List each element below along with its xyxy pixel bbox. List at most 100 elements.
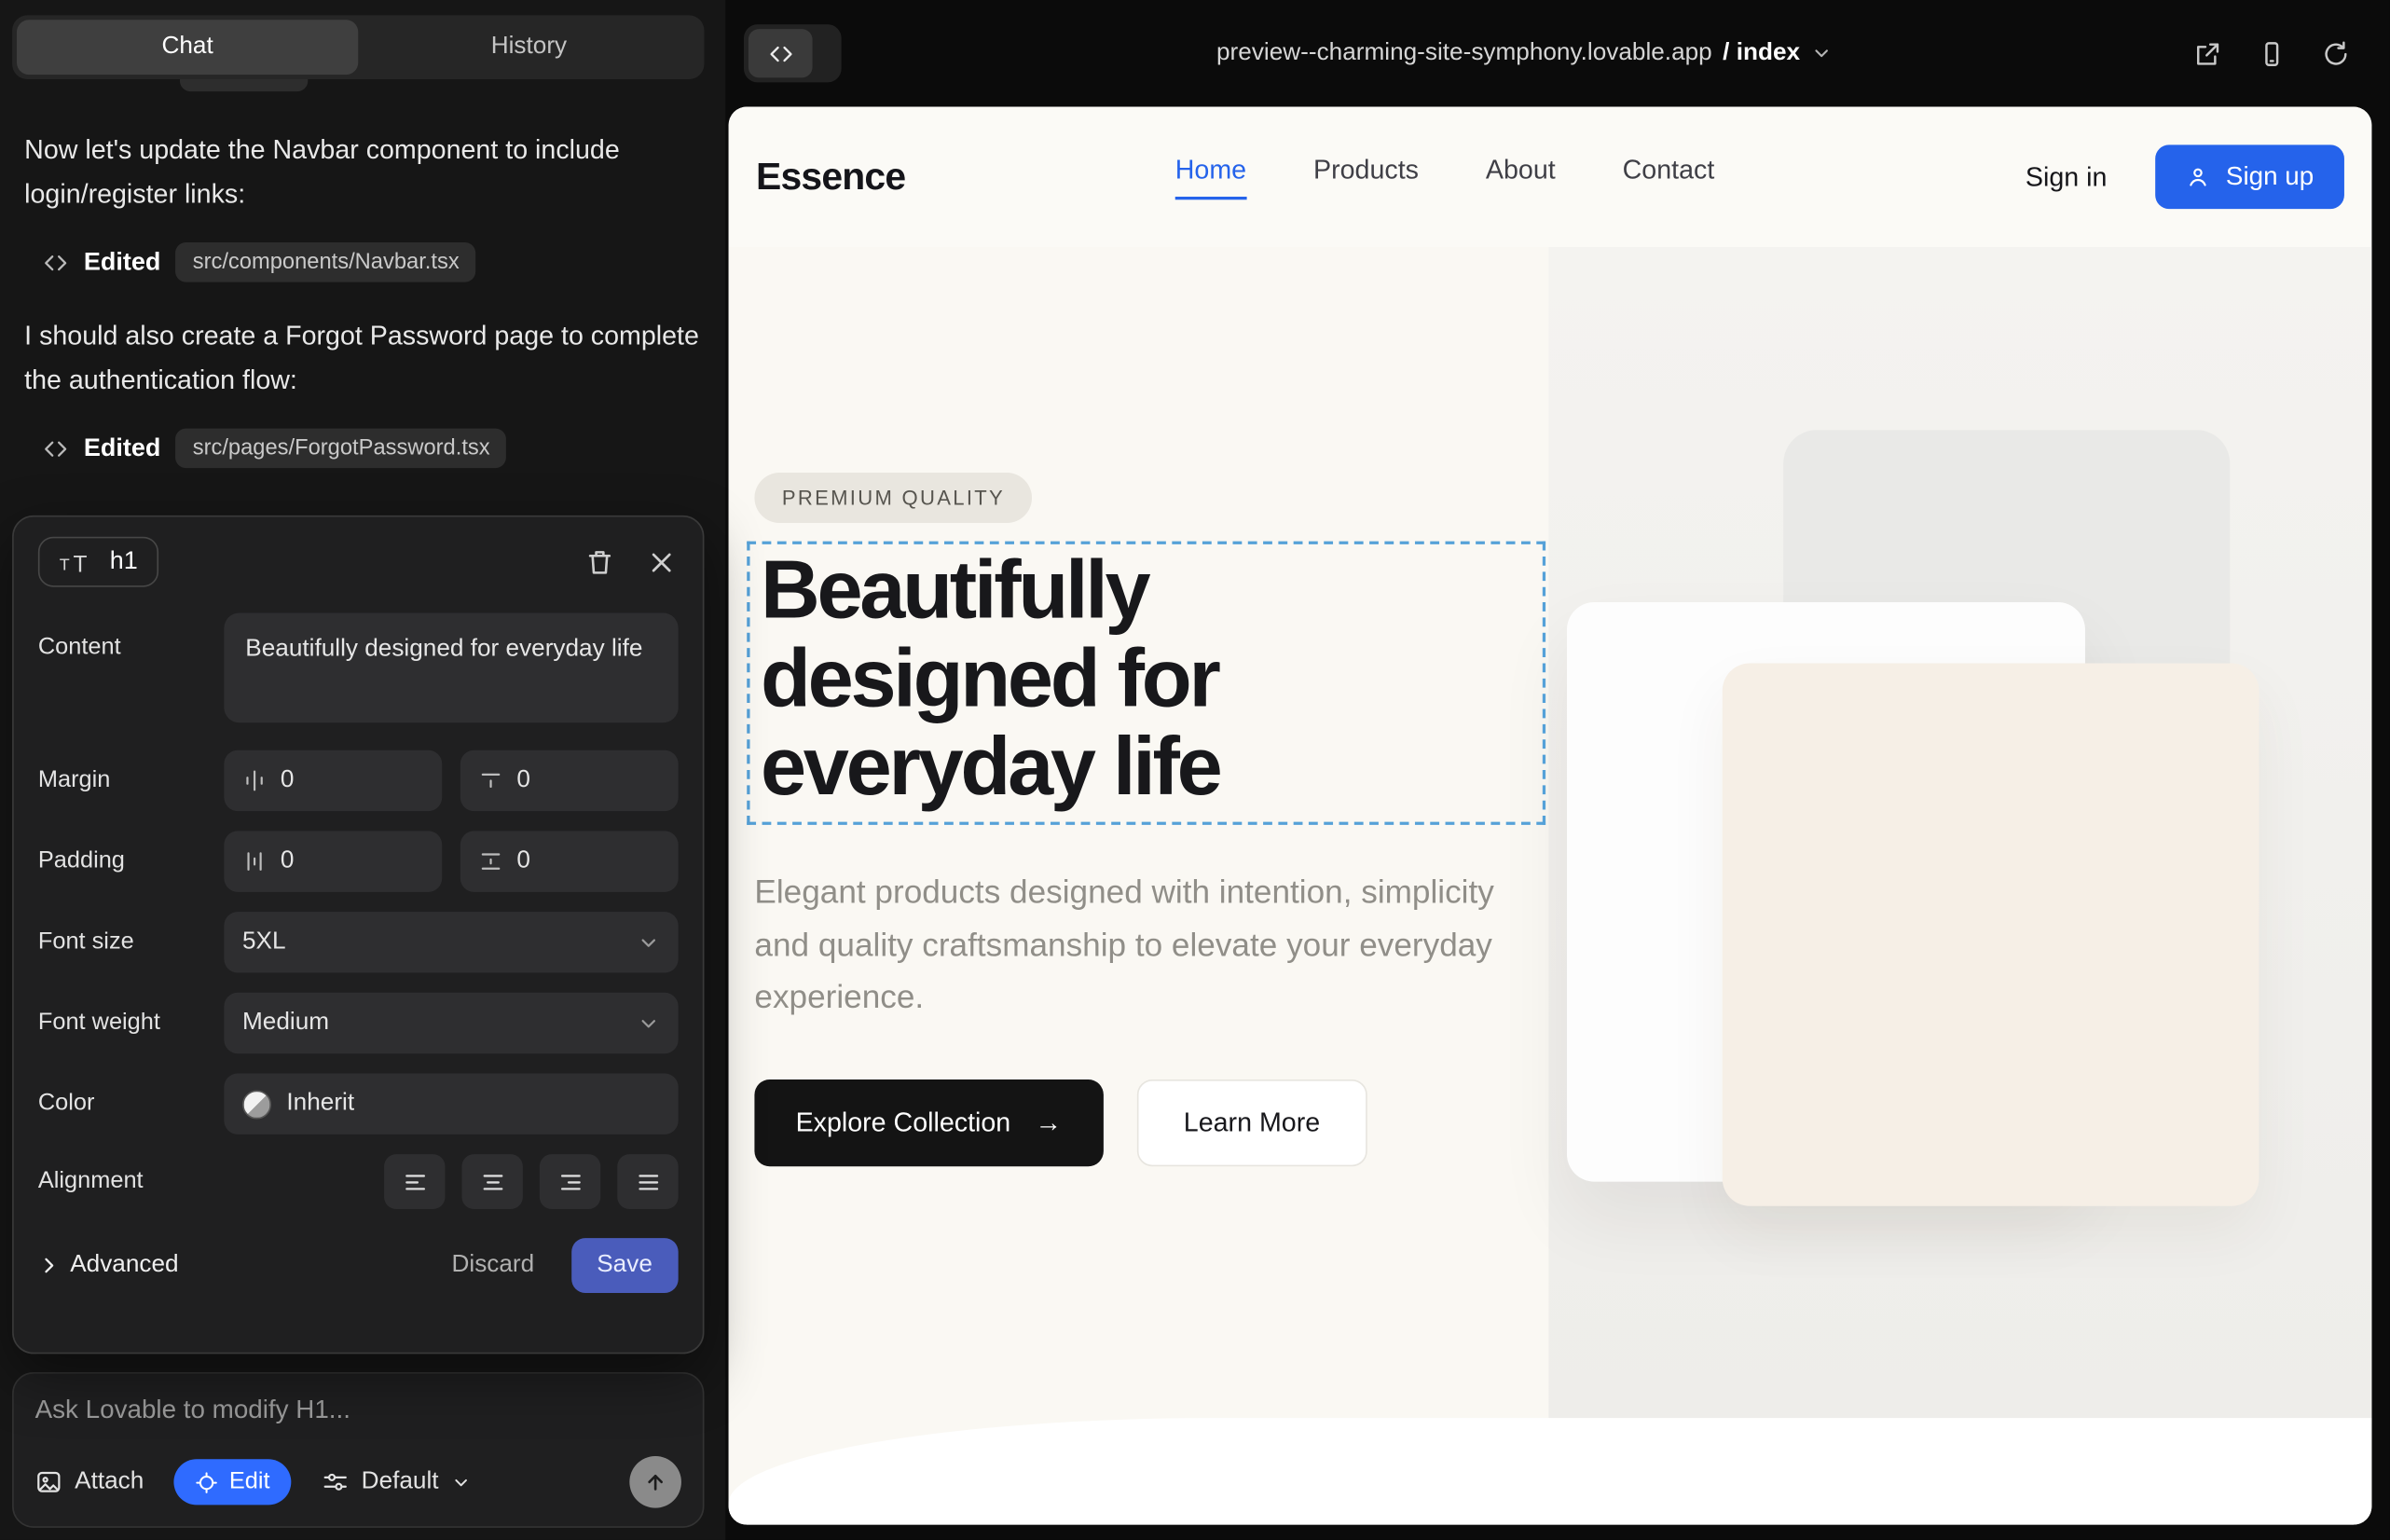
margin-x-field xyxy=(224,750,442,811)
chevron-down-icon xyxy=(451,1472,471,1492)
tab-history[interactable]: History xyxy=(358,20,699,75)
image-icon xyxy=(35,1468,62,1495)
code-icon xyxy=(43,435,69,461)
preview-path: / index xyxy=(1723,40,1800,67)
decorative-beige-card xyxy=(1723,663,2260,1205)
padding-x-field xyxy=(224,831,442,891)
align-center-button[interactable] xyxy=(461,1154,522,1209)
margin-y-input[interactable] xyxy=(516,767,660,794)
nav-link-home[interactable]: Home xyxy=(1175,154,1246,199)
svg-text:T: T xyxy=(73,552,87,576)
margin-label: Margin xyxy=(38,767,224,794)
chat-composer: Attach Edit Default xyxy=(12,1372,704,1528)
selected-h1-element[interactable]: Beautifully designed for everyday life xyxy=(747,542,1545,825)
hero-bottom-curve xyxy=(729,1418,2372,1524)
quality-badge: PREMIUM QUALITY xyxy=(754,473,1032,523)
hero-headline: Beautifully designed for everyday life xyxy=(750,544,1345,811)
preview-topbar: preview--charming-site-symphony.lovable.… xyxy=(725,0,2390,106)
margin-y-icon xyxy=(478,768,502,792)
margin-x-icon xyxy=(242,768,267,792)
code-view-button[interactable] xyxy=(749,29,813,77)
open-external-icon[interactable] xyxy=(2193,39,2222,68)
color-row: Color Inherit xyxy=(38,1073,679,1134)
explore-collection-button[interactable]: Explore Collection → xyxy=(754,1079,1103,1166)
sign-in-link[interactable]: Sign in xyxy=(2026,161,2108,193)
code-icon xyxy=(767,40,793,66)
refresh-icon[interactable] xyxy=(2321,39,2350,68)
margin-y-field xyxy=(460,750,679,811)
attach-button[interactable]: Attach xyxy=(35,1468,144,1495)
code-view-toggle-group xyxy=(744,24,842,82)
site-nav-actions: Sign in Sign up xyxy=(2026,144,2344,209)
send-button[interactable] xyxy=(629,1456,681,1508)
close-icon[interactable] xyxy=(645,545,679,579)
element-inspector-panel: TT h1 Content Beautifully designed for e xyxy=(12,516,704,1354)
composer-input[interactable] xyxy=(35,1396,681,1426)
preview-domain: preview--charming-site-symphony.lovable.… xyxy=(1216,40,1712,67)
margin-x-input[interactable] xyxy=(281,767,424,794)
nav-link-about[interactable]: About xyxy=(1486,154,1556,199)
composer-toolbar: Attach Edit Default xyxy=(35,1456,681,1508)
chevron-right-icon xyxy=(38,1255,60,1276)
sign-up-button[interactable]: Sign up xyxy=(2156,144,2344,209)
padding-label: Padding xyxy=(38,847,224,874)
element-tag-label: h1 xyxy=(110,547,138,576)
model-selector[interactable]: Default xyxy=(322,1468,471,1495)
device-preview-icon[interactable] xyxy=(2258,39,2287,68)
edited-file-badge[interactable]: src/pages/ForgotPassword.tsx xyxy=(176,429,507,469)
assistant-message: Now let's update the Navbar component to… xyxy=(24,128,701,216)
advanced-toggle[interactable]: Advanced xyxy=(38,1252,179,1279)
topbar-actions xyxy=(2193,39,2350,68)
tab-chat[interactable]: Chat xyxy=(17,20,358,75)
model-label: Default xyxy=(362,1468,439,1495)
padding-y-icon xyxy=(478,849,502,873)
address-bar[interactable]: preview--charming-site-symphony.lovable.… xyxy=(1216,40,1832,67)
learn-more-label: Learn More xyxy=(1184,1107,1320,1138)
content-label: Content xyxy=(38,613,224,662)
edit-mode-button[interactable]: Edit xyxy=(174,1459,291,1505)
typography-icon: TT xyxy=(60,548,96,575)
color-label: Color xyxy=(38,1090,224,1117)
chevron-down-icon xyxy=(1811,43,1833,64)
site-logo[interactable]: Essence xyxy=(756,155,905,199)
font-weight-label: Font weight xyxy=(38,1010,224,1037)
content-input[interactable]: Beautifully designed for everyday life xyxy=(224,613,678,723)
advanced-label: Advanced xyxy=(70,1252,178,1279)
discard-button[interactable]: Discard xyxy=(452,1252,535,1279)
hero-description: Elegant products designed with intention… xyxy=(754,866,1504,1024)
padding-x-icon xyxy=(242,849,267,873)
learn-more-button[interactable]: Learn More xyxy=(1136,1079,1367,1166)
font-weight-row: Font weight Medium xyxy=(38,993,679,1053)
padding-y-field xyxy=(460,831,679,891)
arrow-up-icon xyxy=(643,1470,667,1494)
arrow-right-icon: → xyxy=(1035,1107,1062,1138)
edited-file-badge[interactable]: src/components/Navbar.tsx xyxy=(176,242,476,282)
color-select[interactable]: Inherit xyxy=(224,1073,678,1134)
save-button[interactable]: Save xyxy=(570,1238,678,1293)
app-window: Chat History Now let's update the Navbar… xyxy=(0,0,2390,1540)
attach-label: Attach xyxy=(75,1468,144,1495)
edited-label: Edited xyxy=(84,433,160,462)
preview-pane: preview--charming-site-symphony.lovable.… xyxy=(725,0,2390,1540)
align-left-button[interactable] xyxy=(384,1154,445,1209)
margin-row: Margin xyxy=(38,750,679,811)
assistant-message: I should also create a Forgot Password p… xyxy=(24,314,701,403)
padding-x-input[interactable] xyxy=(281,847,424,874)
align-right-button[interactable] xyxy=(540,1154,600,1209)
chat-log: Now let's update the Navbar component to… xyxy=(24,128,701,500)
edited-file-row: Edited src/pages/ForgotPassword.tsx xyxy=(43,429,701,469)
padding-y-input[interactable] xyxy=(516,847,660,874)
code-icon xyxy=(43,249,69,275)
user-icon xyxy=(2186,165,2210,189)
font-weight-select[interactable]: Medium xyxy=(224,993,678,1053)
color-value: Inherit xyxy=(286,1090,354,1117)
font-size-value: 5XL xyxy=(242,928,286,956)
sliders-icon xyxy=(322,1468,349,1495)
element-tag-pill[interactable]: TT h1 xyxy=(38,537,159,587)
align-justify-button[interactable] xyxy=(617,1154,678,1209)
delete-element-icon[interactable] xyxy=(583,544,618,580)
inspector-header: TT h1 xyxy=(38,537,679,587)
font-size-select[interactable]: 5XL xyxy=(224,912,678,972)
nav-link-contact[interactable]: Contact xyxy=(1623,154,1715,199)
nav-link-products[interactable]: Products xyxy=(1313,154,1419,199)
